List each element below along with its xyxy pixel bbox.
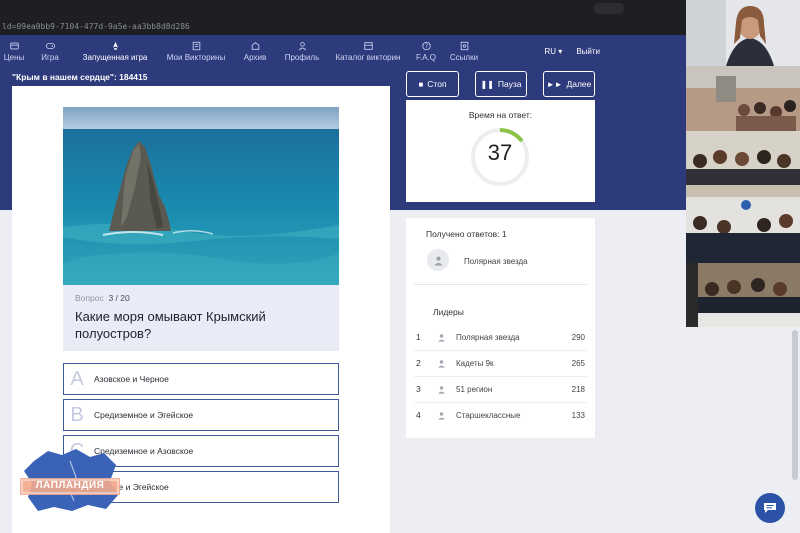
- nav-item-profile[interactable]: Профиль: [276, 35, 328, 62]
- nav-item-archive[interactable]: Архив: [234, 35, 276, 62]
- question-panel: Вопрос 3 / 20 Какие моря омывают Крымски…: [63, 285, 339, 351]
- nav-right: RU ▾ Выйти: [545, 47, 601, 56]
- video-tile-classroom-2[interactable]: [686, 131, 800, 197]
- rocket-icon: [112, 41, 118, 50]
- question-number: Вопрос 3 / 20: [75, 293, 130, 303]
- catalog-icon: [363, 42, 373, 50]
- next-button[interactable]: ►► Далее: [543, 71, 595, 97]
- language-select[interactable]: RU ▾: [545, 47, 563, 56]
- pause-button[interactable]: ❚❚ Пауза: [475, 71, 527, 97]
- answer-option-b[interactable]: B Средиземное и Эгейское: [63, 399, 339, 431]
- leader-row: 1 Полярная звезда 290: [416, 332, 585, 342]
- nav-item-running-game[interactable]: Запущенная игра: [72, 35, 158, 62]
- sea-rock-image: [63, 107, 339, 285]
- link-icon: [460, 41, 468, 51]
- logo-text: ЛАПЛАНДИЯ: [35, 480, 105, 491]
- pause-icon: ❚❚: [480, 79, 494, 89]
- user-icon: [298, 42, 306, 51]
- user-icon: [438, 334, 445, 342]
- stop-button[interactable]: ■ Стоп: [406, 71, 459, 97]
- presenter-video: [686, 0, 800, 66]
- user-icon: [438, 386, 445, 394]
- answers-received: Получено ответов: 1: [426, 229, 507, 239]
- avatar: [427, 249, 449, 271]
- help-icon: ?: [421, 41, 431, 51]
- classroom-video: [686, 197, 800, 263]
- answer-option-a[interactable]: A Азовское и Черное: [63, 363, 339, 395]
- browser-top-strip: [0, 0, 686, 18]
- video-tile-classroom-1[interactable]: [686, 66, 800, 131]
- url-bar[interactable]: ld=09ea0bb9-7104-477d-9a5e-aa3bb8d8d286: [0, 18, 686, 35]
- tag-icon: [9, 42, 19, 50]
- video-tile-classroom-3[interactable]: [686, 263, 800, 327]
- chevron-down-icon: ▾: [558, 47, 563, 56]
- nav-item-prices[interactable]: Цены: [0, 35, 28, 62]
- classroom-video: [686, 66, 800, 131]
- nav-item-game[interactable]: Игра: [28, 35, 72, 62]
- archive-icon: [251, 42, 259, 50]
- nav-item-links[interactable]: Ссылки: [444, 35, 484, 62]
- user-icon: [438, 412, 445, 420]
- nav-item-catalog[interactable]: Каталог викторин: [328, 35, 408, 62]
- fast-forward-icon: ►►: [546, 79, 563, 89]
- window-control[interactable]: [594, 3, 624, 14]
- timer-seconds: 37: [487, 140, 513, 165]
- video-tile-cadets[interactable]: [686, 197, 800, 263]
- results-card: Получено ответов: 1 Полярная звезда Лиде…: [406, 218, 595, 438]
- video-tile-presenter[interactable]: [686, 0, 800, 66]
- chat-button[interactable]: [755, 493, 785, 523]
- timer-card: Время на ответ: 37: [406, 100, 595, 202]
- timer-label: Время на ответ:: [468, 110, 533, 120]
- leaders-title: Лидеры: [433, 307, 464, 317]
- nav-item-my-quizzes[interactable]: Мои Викторины: [158, 35, 234, 62]
- main-nav: Цены Игра Запущенная игра Мои Викторины …: [0, 35, 686, 67]
- chat-icon: [764, 503, 776, 513]
- leader-row: 3 51 регион 218: [416, 384, 585, 394]
- logout-link[interactable]: Выйти: [576, 47, 600, 56]
- svg-text:?: ?: [424, 44, 427, 50]
- leader-row: 2 Кадеты 9к 265: [416, 358, 585, 368]
- classroom-video: [686, 131, 800, 197]
- divider: [414, 284, 587, 285]
- nav-item-faq[interactable]: ? F.A.Q: [408, 35, 444, 62]
- gamepad-icon: [45, 43, 55, 49]
- user-icon: [433, 256, 443, 266]
- stop-icon: ■: [418, 79, 424, 89]
- game-title: "Крым в нашем сердце": 184415: [12, 72, 148, 82]
- question-image: [63, 107, 339, 285]
- quiz-list-icon: [192, 41, 200, 51]
- leader-row: 4 Старшеклассные 133: [416, 410, 585, 420]
- respondent-name: Полярная звезда: [464, 257, 528, 266]
- user-icon: [438, 360, 445, 368]
- question-text: Какие моря омывают Крымский полуостров?: [75, 309, 266, 341]
- scrollbar[interactable]: [792, 330, 798, 480]
- classroom-video: [686, 263, 800, 327]
